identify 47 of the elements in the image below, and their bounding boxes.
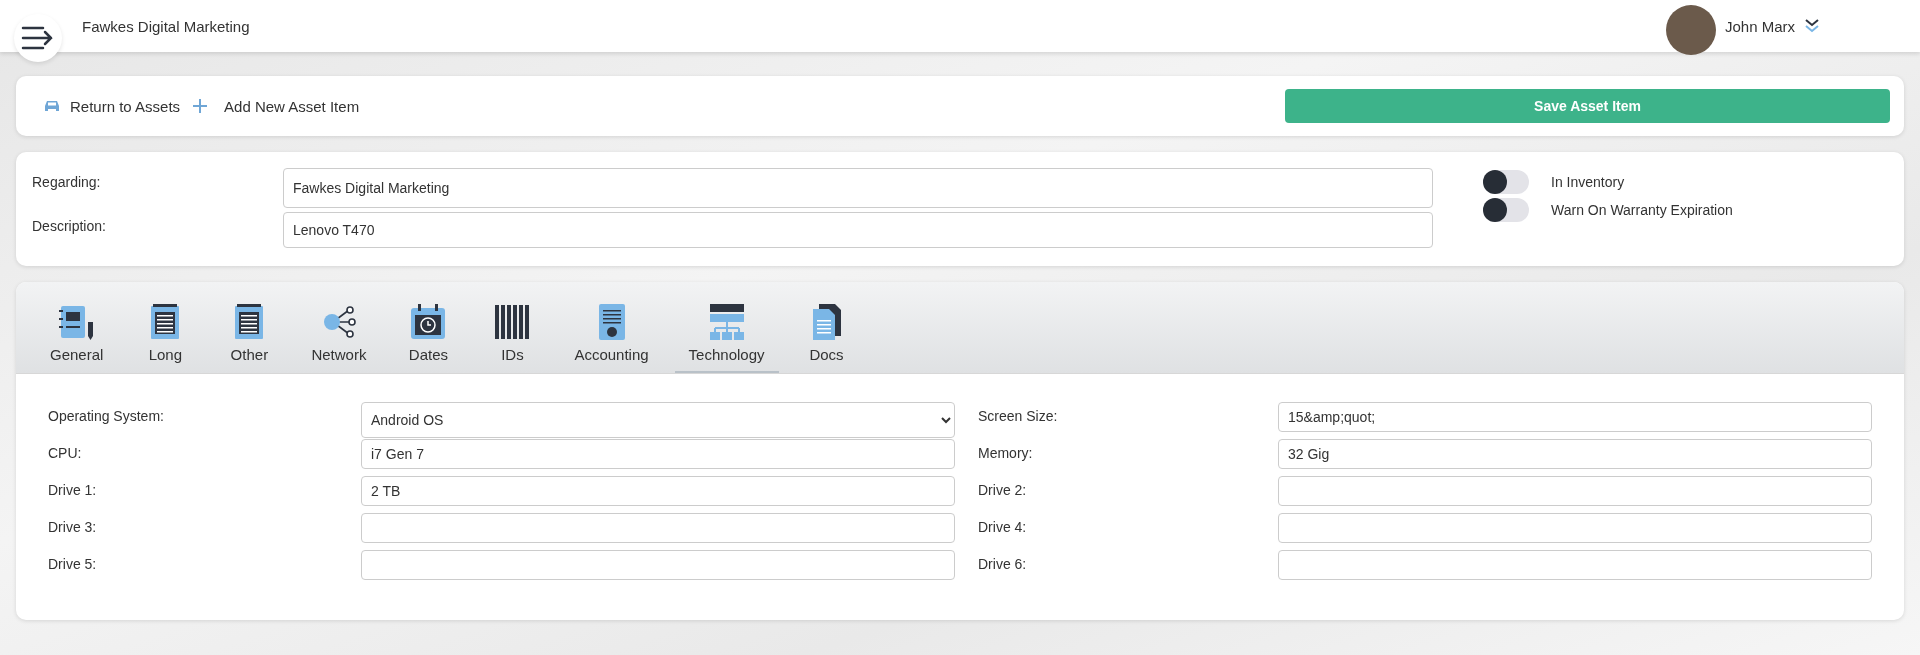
return-to-assets-link[interactable]: Return to Assets — [70, 97, 181, 115]
tab[interactable]: Network — [297, 302, 381, 373]
avatar-photo-placeholder — [1665, 5, 1716, 55]
toggle-label: In Inventory — [1551, 174, 1625, 190]
field-label: Drive 6: — [977, 555, 1028, 572]
user-name: John Marx — [1724, 17, 1795, 35]
car-icon — [44, 100, 60, 112]
tab[interactable]: Accounting — [560, 302, 663, 373]
text-field[interactable]: i7 Gen 7 — [361, 439, 955, 469]
field-label: Operating System: — [48, 407, 165, 424]
text-field[interactable] — [361, 550, 955, 580]
field-label: Drive 1: — [48, 481, 98, 498]
tab[interactable]: Long — [129, 302, 202, 373]
field-label: Drive 2: — [977, 481, 1028, 498]
tab[interactable]: General — [36, 302, 118, 373]
menu-arrow-icon — [21, 25, 55, 51]
text-field[interactable]: 15&amp;quot; — [1278, 402, 1872, 432]
text-field[interactable]: 2 TB — [361, 476, 955, 506]
tab[interactable]: Dates — [392, 302, 465, 373]
text-field[interactable] — [1278, 513, 1872, 543]
toggle-switch[interactable] — [1483, 198, 1529, 222]
field-label: Screen Size: — [977, 407, 1059, 424]
field-label: Regarding: — [32, 173, 102, 190]
field-label: Description: — [32, 217, 107, 234]
field-label: Memory: — [977, 444, 1034, 461]
add-new-asset-link[interactable]: Add New Asset Item — [224, 97, 360, 115]
field-label: Drive 3: — [48, 518, 98, 535]
tab[interactable]: Other — [213, 302, 286, 373]
text-field[interactable] — [1278, 550, 1872, 580]
toggle-label: Warn On Warranty Expiration — [1551, 202, 1733, 218]
double-chevron-down-icon[interactable] — [1804, 18, 1820, 34]
field-label: Drive 5: — [48, 555, 98, 572]
field-label: Drive 4: — [977, 518, 1028, 535]
text-field[interactable]: Lenovo T470 — [283, 212, 1433, 248]
tab[interactable]: Docs — [790, 302, 863, 373]
tab[interactable]: IDs — [476, 302, 549, 373]
text-field[interactable] — [361, 513, 955, 543]
field-label: CPU: — [48, 444, 83, 461]
plus-icon[interactable] — [192, 98, 209, 114]
text-field[interactable] — [1278, 476, 1872, 506]
text-field[interactable]: 32 Gig — [1278, 439, 1872, 469]
toggle-switch[interactable] — [1483, 170, 1529, 194]
dropdown-field[interactable]: Android OS — [361, 402, 955, 438]
tab[interactable]: Technology — [674, 302, 779, 373]
menu-button[interactable] — [14, 14, 62, 62]
text-field[interactable]: Fawkes Digital Marketing — [283, 168, 1433, 208]
company-name: Fawkes Digital Marketing — [82, 17, 250, 35]
